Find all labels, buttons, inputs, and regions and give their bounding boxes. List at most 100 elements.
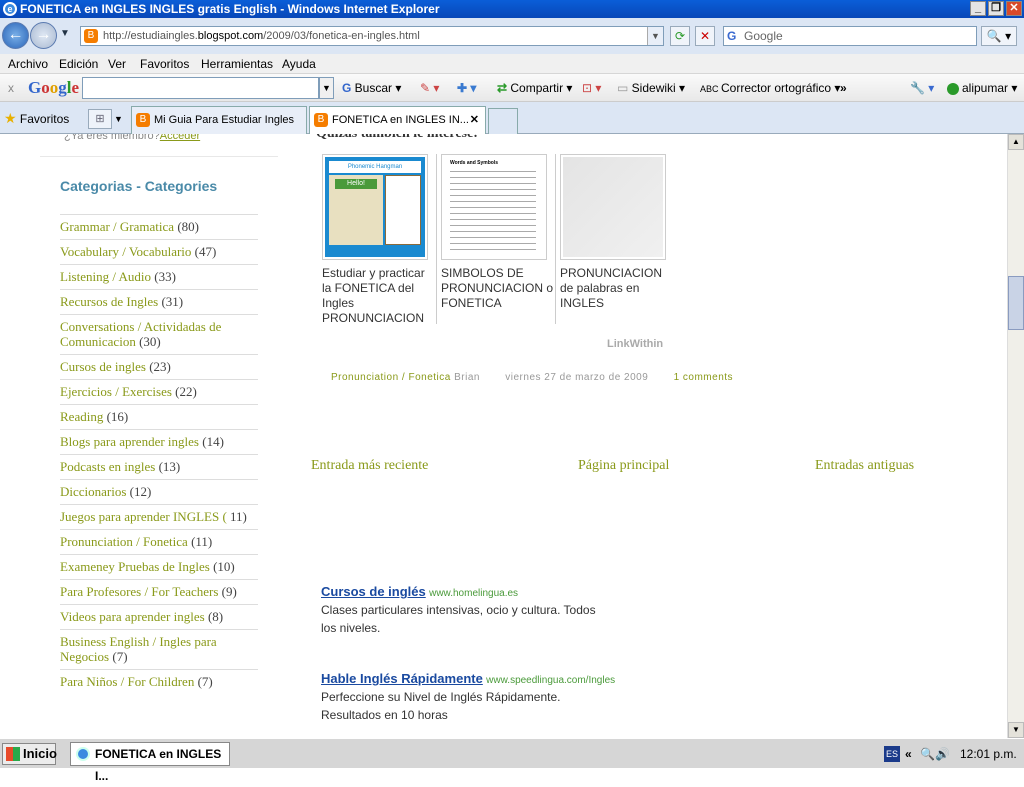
list-item[interactable]: Reading (16) (60, 404, 258, 429)
search-input[interactable]: G Google (723, 26, 977, 46)
older-posts-link[interactable]: Entradas antiguas (815, 458, 914, 474)
list-item[interactable]: Ejercicios / Exercises (22) (60, 379, 258, 404)
post-date: viernes 27 de marzo de 2009 (505, 372, 649, 383)
favorites-button[interactable]: ★ Favoritos (4, 110, 69, 127)
address-dropdown-icon[interactable]: ▼ (647, 27, 663, 45)
ad-title-link[interactable]: Cursos de inglés (321, 584, 426, 599)
tab-label: Mi Guia Para Estudiar Ingles (154, 114, 295, 126)
thumbnail-word: Hello! (335, 179, 377, 189)
sidewiki-button[interactable]: ▭ Sidewiki ▾ (617, 74, 685, 102)
list-item[interactable]: Diccionarios (12) (60, 479, 258, 504)
related-caption[interactable]: SIMBOLOS DE PRONUNCIACION o FONETICA (441, 266, 555, 311)
list-item[interactable]: Vocabulary / Vocabulario (47) (60, 239, 258, 264)
list-item[interactable]: Blogs para aprender ingles (14) (60, 429, 258, 454)
related-caption[interactable]: PRONUNCIACION de palabras en INGLES (560, 266, 675, 311)
ad-description: los niveles. (321, 621, 381, 635)
toolbar-add-icon[interactable]: ✚ ▾ (457, 74, 476, 102)
close-tab-icon[interactable]: ✕ (470, 107, 479, 133)
search-g-icon: G (342, 81, 355, 95)
vertical-scrollbar[interactable]: ▲ ▼ (1007, 134, 1024, 738)
google-search-icon: G (727, 29, 737, 43)
new-tab-button[interactable] (488, 108, 518, 134)
related-item[interactable]: PRONUNCIACION de palabras en INGLES (560, 154, 675, 324)
post-area: Quizás también le interese: Phonemic Han… (310, 134, 1000, 738)
quick-tabs-icon[interactable]: ⊞ (88, 109, 112, 129)
related-caption[interactable]: Estudiar y practicar la FONETICA del Ing… (322, 266, 436, 326)
buscar-button[interactable]: G Buscar ▾ (342, 74, 401, 102)
compartir-button[interactable]: ⇄ Compartir ▾ (497, 74, 572, 102)
newer-post-link[interactable]: Entrada más reciente (311, 458, 428, 474)
list-item[interactable]: Exameney Pruebas de Ingles (10) (60, 554, 258, 579)
scroll-down-button[interactable]: ▼ (1008, 722, 1024, 738)
language-indicator[interactable]: ES (884, 746, 900, 762)
list-item[interactable]: Listening / Audio (33) (60, 264, 258, 289)
ad-url[interactable]: www.speedlingua.com/Ingles (486, 675, 615, 686)
comments-link[interactable]: 1 comments (674, 372, 733, 383)
related-thumbnail[interactable]: Words and Symbols (441, 154, 547, 260)
related-item[interactable]: Words and Symbols SIMBOLOS DE PRONUNCIAC… (441, 154, 556, 324)
corrector-button[interactable]: ABC Corrector ortográfico ▾ (700, 74, 840, 103)
tray-icons[interactable]: 🔍🔊 (920, 742, 950, 766)
ad-url[interactable]: www.homelingua.es (429, 588, 518, 599)
post-label-link[interactable]: Pronunciation / Fonetica (331, 372, 451, 383)
ad-title-link[interactable]: Hable Inglés Rápidamente (321, 671, 483, 686)
scroll-up-button[interactable]: ▲ (1008, 134, 1024, 150)
forward-button[interactable]: → (30, 22, 57, 49)
related-thumbnail[interactable]: Phonemic Hangman Hello! (322, 154, 428, 260)
taskbar-ie-item[interactable]: FONETICA en INGLES I... (70, 742, 230, 783)
page-content: ¿Ya eres miembro?Acceder Categorias - Ca… (0, 134, 1007, 738)
start-button[interactable]: Inicio (2, 743, 57, 765)
more-chevron-icon[interactable]: » (840, 74, 847, 102)
google-toolbar-input[interactable] (82, 77, 319, 99)
back-button[interactable]: ← (2, 22, 29, 49)
tab-fonetica[interactable]: B FONETICA en INGLES IN... ✕ (309, 106, 486, 135)
list-item[interactable]: Para Profesores / For Teachers (9) (60, 579, 258, 604)
list-item[interactable]: Pronunciation / Fonetica (11) (60, 529, 258, 554)
ad-block: Hable Inglés Rápidamente www.speedlingua… (321, 671, 615, 724)
user-account-button[interactable]: alipumar ▾ (947, 74, 1017, 102)
menu-ver[interactable]: Ver (108, 54, 126, 74)
google-input-dropdown[interactable]: ▼ (319, 77, 334, 99)
list-item[interactable]: Juegos para aprender INGLES ( 11) (60, 504, 258, 529)
ad-description: Clases particulares intensivas, ocio y c… (321, 603, 596, 617)
stop-button[interactable]: ✕ (695, 26, 715, 46)
search-button[interactable]: 🔍 ▾ (981, 26, 1017, 46)
maximize-button[interactable]: ❐ (988, 1, 1004, 16)
list-item[interactable]: Videos para aprender ingles (8) (60, 604, 258, 629)
menu-herramientas[interactable]: Herramientas (201, 54, 273, 74)
menu-archivo[interactable]: Archivo (8, 54, 48, 74)
scrollbar-thumb[interactable] (1008, 276, 1024, 330)
close-button[interactable]: ✕ (1006, 1, 1022, 16)
tab-list-dropdown[interactable]: ▼ (114, 109, 126, 129)
related-item[interactable]: Phonemic Hangman Hello! Estudiar y pract… (322, 154, 437, 326)
related-thumbnail[interactable] (560, 154, 666, 260)
toolbar-translate-icon[interactable]: ⊡ ▾ (582, 74, 601, 102)
list-item[interactable]: Para Niños / For Children (7) (60, 669, 258, 694)
linkwithin-link[interactable]: LinkWithin (607, 338, 663, 350)
home-link[interactable]: Página principal (578, 458, 669, 474)
toolbar-tools-icon[interactable]: ✎ ▾ (420, 74, 439, 102)
menu-edicion[interactable]: Edición (59, 54, 98, 74)
address-path: /2009/03/fonetica-en-ingles.html (263, 30, 420, 42)
spellcheck-icon: ABC (700, 84, 722, 94)
toolbar-close-icon[interactable]: x (8, 74, 14, 102)
address-input[interactable]: B http://estudiaingles.blogspot.com/2009… (80, 26, 664, 46)
list-item[interactable]: Podcasts en ingles (13) (60, 454, 258, 479)
search-placeholder: Google (744, 29, 783, 43)
recent-pages-dropdown[interactable]: ▼ (60, 28, 70, 39)
tray-expand-icon[interactable]: « (905, 742, 912, 766)
menu-favoritos[interactable]: Favoritos (140, 54, 189, 74)
minimize-button[interactable]: _ (970, 1, 986, 16)
menu-ayuda[interactable]: Ayuda (282, 54, 316, 74)
acceder-link[interactable]: Acceder (160, 134, 200, 142)
tab-mi-guia[interactable]: B Mi Guia Para Estudiar Ingles (131, 106, 307, 134)
list-item[interactable]: Conversations / Actividadas de Comunicac… (60, 314, 258, 354)
refresh-button[interactable]: ⟳ (670, 26, 690, 46)
settings-wrench-icon[interactable]: 🔧 ▾ (910, 74, 934, 102)
category-list: Grammar / Gramatica (80) Vocabulary / Vo… (60, 214, 258, 694)
gallows-icon (385, 175, 421, 245)
list-item[interactable]: Grammar / Gramatica (80) (60, 214, 258, 239)
list-item[interactable]: Recursos de Ingles (31) (60, 289, 258, 314)
list-item[interactable]: Business English / Ingles para Negocios … (60, 629, 258, 669)
list-item[interactable]: Cursos de ingles (23) (60, 354, 258, 379)
